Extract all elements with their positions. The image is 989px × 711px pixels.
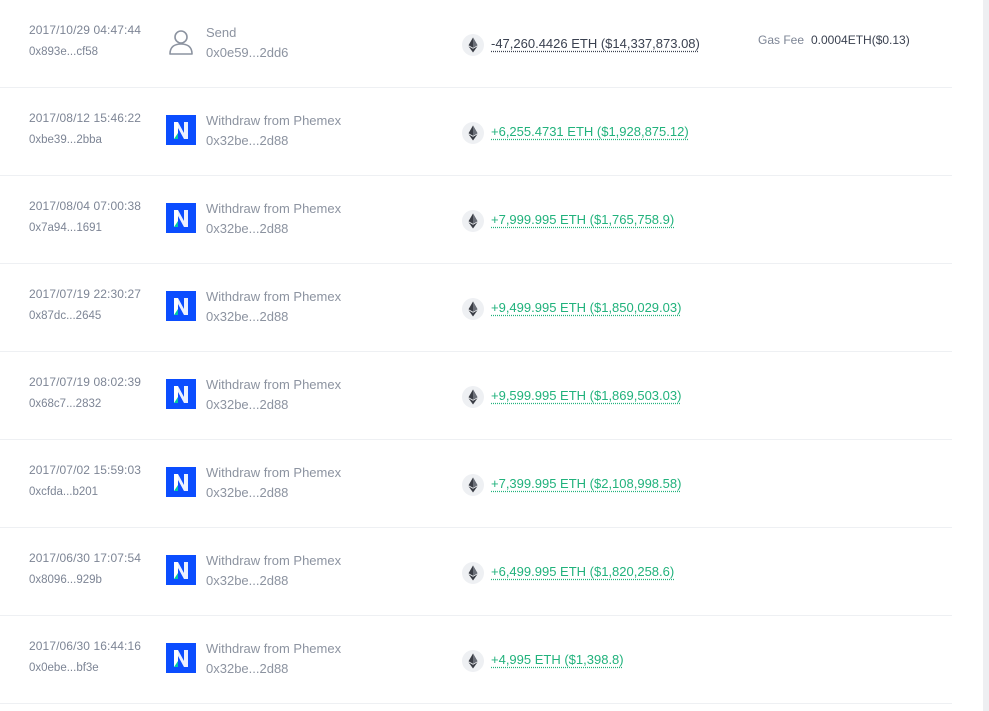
- counterparty-name: Withdraw from Phemex: [206, 113, 342, 128]
- amount-link[interactable]: -47,260.4426 ETH ($14,337,873.08): [491, 36, 700, 51]
- eth-icon: [462, 122, 484, 144]
- eth-icon: [462, 474, 484, 496]
- amount-link[interactable]: +6,255.4731 ETH ($1,928,875.12): [491, 124, 689, 139]
- eth-icon: [462, 210, 484, 232]
- counterparty-address-link[interactable]: 0x32be...2d88: [206, 661, 288, 676]
- amount-link[interactable]: +4,995 ETH ($1,398.8): [491, 652, 624, 667]
- eth-icon: [462, 34, 484, 56]
- phemex-logo-icon: [166, 555, 196, 585]
- counterparty-address-link[interactable]: 0x0e59...2dd6: [206, 45, 288, 60]
- counterparty-name: Withdraw from Phemex: [206, 377, 342, 392]
- tx-hash-link[interactable]: 0x893e...cf58: [29, 46, 98, 58]
- amount-link[interactable]: +9,599.995 ETH ($1,869,503.03): [491, 388, 681, 403]
- eth-icon: [462, 386, 484, 408]
- counterparty-name: Withdraw from Phemex: [206, 553, 342, 568]
- transaction-row[interactable]: 2017/08/04 07:00:38 0x7a94...1691 Withdraw…: [0, 176, 952, 264]
- user-outline-icon: [166, 27, 196, 57]
- transaction-row[interactable]: 2017/06/30 17:07:54 0x8096...929b Withdraw…: [0, 528, 952, 616]
- phemex-logo-icon: [166, 379, 196, 409]
- eth-icon: [462, 298, 484, 320]
- amount-link[interactable]: +9,499.995 ETH ($1,850,029.03): [491, 300, 681, 315]
- scrollbar[interactable]: [983, 0, 989, 711]
- amount-link[interactable]: +7,999.995 ETH ($1,765,758.9): [491, 212, 674, 227]
- timestamp: 2017/07/19 22:30:27: [29, 287, 142, 301]
- counterparty-address-link[interactable]: 0x32be...2d88: [206, 485, 288, 500]
- timestamp: 2017/07/19 08:02:39: [29, 375, 142, 389]
- counterparty-name: Withdraw from Phemex: [206, 289, 342, 304]
- gas-fee-label: Gas Fee: [758, 33, 805, 47]
- transaction-row[interactable]: 2017/10/29 04:47:44 0x893e...cf58 Send 0x0e…: [0, 0, 952, 88]
- counterparty-name: Send: [206, 25, 237, 40]
- tx-hash-link[interactable]: 0x8096...929b: [29, 574, 102, 586]
- counterparty-address-link[interactable]: 0x32be...2d88: [206, 309, 288, 324]
- timestamp: 2017/06/30 16:44:16: [29, 639, 142, 653]
- phemex-logo-icon: [166, 291, 196, 321]
- tx-hash-link[interactable]: 0x7a94...1691: [29, 222, 102, 234]
- transaction-row[interactable]: 2017/06/30 16:44:16 0x0ebe...bf3e Withdraw…: [0, 616, 952, 704]
- timestamp: 2017/08/04 07:00:38: [29, 199, 142, 213]
- tx-hash-link[interactable]: 0x87dc...2645: [29, 310, 101, 322]
- eth-icon: [462, 562, 484, 584]
- transaction-row[interactable]: 2017/08/12 15:46:22 0xbe39...2bba Withdraw…: [0, 88, 952, 176]
- counterparty-name: Withdraw from Phemex: [206, 201, 342, 216]
- tx-hash-link[interactable]: 0xcfda...b201: [29, 486, 98, 498]
- timestamp: 2017/10/29 04:47:44: [29, 23, 142, 37]
- eth-icon: [462, 650, 484, 672]
- counterparty-address-link[interactable]: 0x32be...2d88: [206, 573, 288, 588]
- amount-link[interactable]: +6,499.995 ETH ($1,820,258.6): [491, 564, 674, 579]
- transaction-row[interactable]: 2017/07/19 22:30:27 0x87dc...2645 Withdraw…: [0, 264, 952, 352]
- phemex-logo-icon: [166, 115, 196, 145]
- counterparty-address-link[interactable]: 0x32be...2d88: [206, 133, 288, 148]
- counterparty-address-link[interactable]: 0x32be...2d88: [206, 221, 288, 236]
- transaction-list: 2017/10/29 04:47:44 0x893e...cf58 Send 0x0e…: [0, 0, 952, 704]
- transaction-row[interactable]: 2017/07/19 08:02:39 0x68c7...2832 Withdraw…: [0, 352, 952, 440]
- tx-hash-link[interactable]: 0x68c7...2832: [29, 398, 101, 410]
- tx-hash-link[interactable]: 0xbe39...2bba: [29, 134, 102, 146]
- gas-fee-value: 0.0004ETH($0.13): [811, 33, 910, 47]
- counterparty-name: Withdraw from Phemex: [206, 465, 342, 480]
- phemex-logo-icon: [166, 467, 196, 497]
- phemex-logo-icon: [166, 643, 196, 673]
- timestamp: 2017/07/02 15:59:03: [29, 463, 142, 477]
- tx-hash-link[interactable]: 0x0ebe...bf3e: [29, 662, 99, 674]
- phemex-logo-icon: [166, 203, 196, 233]
- transaction-row[interactable]: 2017/07/02 15:59:03 0xcfda...b201 Withdraw…: [0, 440, 952, 528]
- counterparty-address-link[interactable]: 0x32be...2d88: [206, 397, 288, 412]
- counterparty-name: Withdraw from Phemex: [206, 641, 342, 656]
- timestamp: 2017/06/30 17:07:54: [29, 551, 142, 565]
- timestamp: 2017/08/12 15:46:22: [29, 111, 142, 125]
- amount-link[interactable]: +7,399.995 ETH ($2,108,998.58): [491, 476, 681, 491]
